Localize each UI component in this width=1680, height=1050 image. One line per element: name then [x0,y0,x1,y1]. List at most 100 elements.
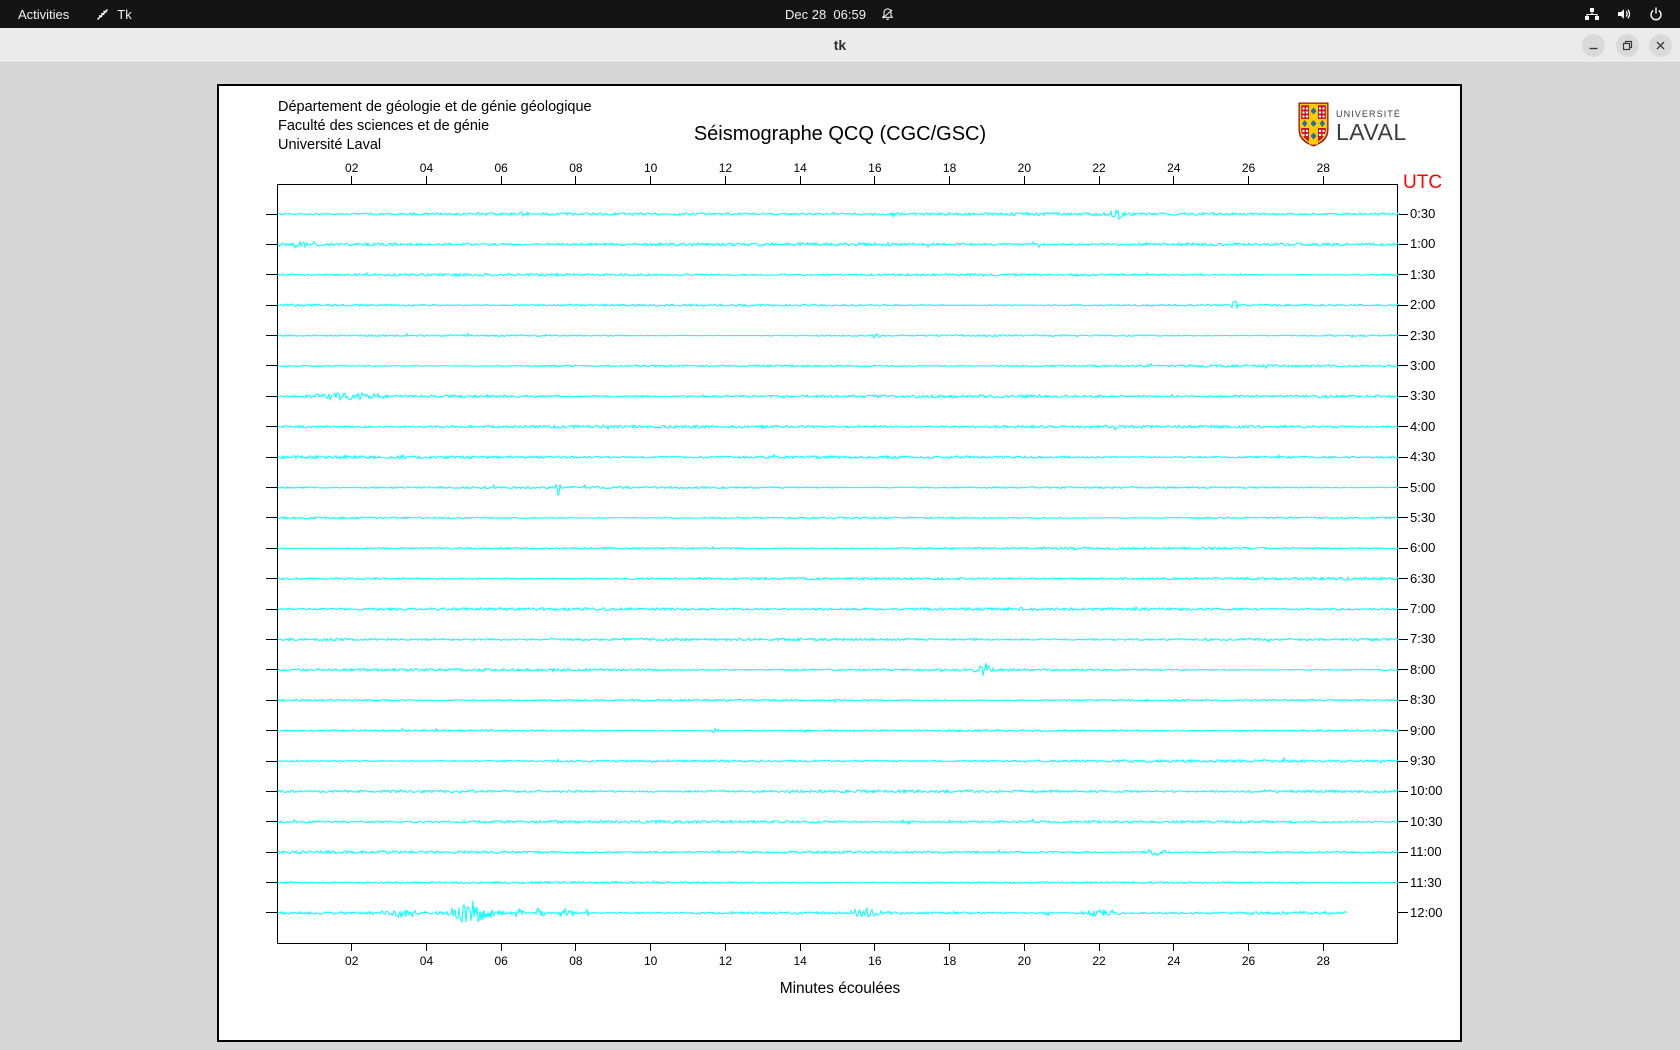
x-tick-bottom [500,944,502,951]
row-tick-left [266,487,277,488]
utc-time-label: 3:00 [1410,357,1436,373]
row-tick-right [1398,547,1408,549]
x-tick-label-bottom: 06 [494,954,508,968]
row-tick-right [1398,335,1408,337]
row-tick-left [266,547,277,549]
utc-time-label: 0:30 [1410,206,1436,221]
row-tick-right [1398,730,1408,732]
utc-time-label: 7:00 [1410,601,1436,617]
utc-time-label: 6:00 [1410,540,1436,556]
row-tick-right [1398,213,1408,215]
x-tick-bottom [1173,944,1175,951]
logo-universite-label: UNIVERSITÉ [1336,109,1402,119]
x-tick-label-top: 14 [793,161,807,175]
x-tick-top [351,176,353,184]
x-tick-bottom [724,944,726,951]
x-tick-top [799,176,801,184]
row-tick-right [1398,608,1408,610]
clock-label[interactable]: Dec 28 06:59 [785,7,866,22]
x-tick-top [1023,176,1025,184]
x-tick-bottom [1322,944,1324,951]
x-tick-label-bottom: 24 [1167,954,1181,968]
window-titlebar[interactable]: tk [0,28,1680,63]
x-tick-label-top: 24 [1167,161,1181,175]
laval-logo: UNIVERSITÉ LAVAL [1298,102,1407,152]
utc-time-label: 2:00 [1410,297,1436,313]
x-tick-label-top: 10 [643,161,658,175]
row-tick-left [266,395,277,397]
x-tick-bottom [799,944,801,951]
row-tick-right [1398,274,1408,276]
row-tick-right [1398,365,1408,367]
app-name-label: Tk [117,6,132,22]
row-tick-left [266,426,277,428]
x-tick-top [724,176,726,184]
row-tick-right [1398,669,1408,671]
row-tick-right [1398,638,1408,640]
x-tick-label-bottom: 02 [345,954,359,968]
utc-time-label: 9:00 [1410,722,1436,738]
row-tick-right [1398,395,1408,397]
row-tick-right [1398,426,1408,428]
x-tick-label-bottom: 10 [643,954,658,968]
utc-time-label: 3:30 [1410,388,1436,404]
x-axis-title: Minutes écoulées [779,980,901,997]
row-tick-left [266,699,277,701]
x-tick-label-top: 02 [345,161,359,175]
row-tick-left [266,760,277,762]
window-title: tk [833,37,847,53]
organization-block: Département de géologie et de génie géol… [278,98,592,155]
org-line-1: Département de géologie et de génie géol… [278,99,592,115]
row-tick-left [266,669,277,671]
x-tick-top [650,176,652,184]
x-tick-bottom [949,944,951,951]
power-icon[interactable] [1648,6,1664,22]
x-tick-bottom [351,944,353,951]
x-tick-bottom [1248,944,1250,951]
utc-time-label: 10:00 [1410,783,1443,799]
activities-button[interactable]: Activities [18,0,69,28]
utc-time-label: 8:00 [1410,661,1436,677]
laval-shield-icon [1298,102,1329,152]
utc-time-label: 1:00 [1410,236,1436,252]
network-icon[interactable] [1584,6,1600,22]
x-tick-bottom [874,944,876,951]
x-tick-label-bottom: 04 [419,954,434,968]
row-tick-right [1398,517,1408,519]
x-tick-top [425,176,427,184]
x-tick-label-bottom: 16 [868,954,882,968]
restore-button[interactable] [1616,34,1639,57]
row-tick-left [266,365,277,367]
x-tick-label-bottom: 14 [793,954,807,968]
x-tick-label-top: 20 [1017,161,1031,175]
x-tick-top [874,176,876,184]
x-tick-bottom [425,944,427,951]
x-tick-label-bottom: 22 [1092,954,1106,968]
x-tick-top [500,176,502,184]
x-tick-label-bottom: 08 [569,954,583,968]
x-tick-label-top: 28 [1316,161,1330,175]
notifications-muted-icon [880,7,895,22]
row-tick-left [266,304,277,306]
row-tick-right [1398,851,1408,853]
utc-time-label: 11:00 [1410,844,1442,860]
row-tick-left [266,608,277,610]
row-tick-left [266,243,277,245]
x-tick-label-top: 26 [1241,161,1256,175]
utc-time-label: 4:30 [1410,449,1436,465]
x-tick-top [1248,176,1250,184]
row-tick-right [1398,578,1408,580]
minimize-button[interactable] [1582,34,1605,57]
x-tick-bottom [1023,944,1025,951]
close-button[interactable] [1649,34,1672,57]
x-tick-top [1322,176,1324,184]
utc-time-label: 12:00 [1410,904,1443,920]
focused-app-menu[interactable]: Tk [95,0,132,28]
utc-time-label: 7:30 [1410,631,1436,647]
utc-time-label: 11:30 [1410,874,1442,890]
x-tick-bottom [1098,944,1100,951]
utc-time-label: 9:30 [1410,753,1436,769]
volume-icon[interactable] [1616,6,1632,22]
x-tick-label-top: 12 [718,161,733,175]
row-tick-left [266,578,277,580]
